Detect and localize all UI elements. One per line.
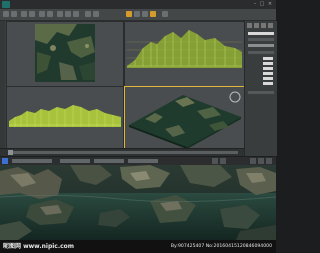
- parameters-rollout[interactable]: [248, 91, 274, 94]
- track-bar[interactable]: [8, 151, 238, 154]
- parameter-field[interactable]: [263, 82, 273, 85]
- redo-icon[interactable]: [11, 11, 17, 17]
- modify-tab-icon[interactable]: [254, 23, 259, 28]
- maximize-icon[interactable]: □: [259, 1, 265, 7]
- viewcube-icon: [229, 91, 241, 103]
- object-name-field[interactable]: [248, 32, 274, 35]
- next-frame-icon[interactable]: [220, 158, 226, 164]
- coordinate-z-field[interactable]: [128, 159, 158, 163]
- maxscript-listener-icon[interactable]: [2, 158, 8, 164]
- render-setup-icon[interactable]: [126, 11, 132, 17]
- coordinate-x-field[interactable]: [60, 159, 90, 163]
- orbit-icon[interactable]: [266, 158, 272, 164]
- watermark-bar: 昵图网 www.nipic.com By:907425407 No:201604…: [0, 240, 276, 253]
- watermark-id: By:907425407 No:20160415120846094000: [170, 244, 272, 249]
- rendered-terrain-image: [0, 165, 276, 240]
- command-panel: [244, 21, 277, 156]
- render-icon[interactable]: [150, 11, 156, 17]
- app-logo-icon[interactable]: [2, 1, 10, 8]
- time-slider-handle[interactable]: [8, 150, 13, 155]
- coordinate-y-field[interactable]: [94, 159, 124, 163]
- watermark-site: 昵图网 www.nipic.com: [3, 243, 75, 250]
- select-region-icon[interactable]: [47, 11, 53, 17]
- left-tool-strip: [0, 21, 5, 156]
- angle-snap-icon[interactable]: [93, 11, 99, 17]
- parameters-rollout[interactable]: [248, 51, 274, 54]
- rotate-icon[interactable]: [65, 11, 71, 17]
- top-view-terrain: [35, 24, 95, 82]
- viewport-perspective[interactable]: [124, 86, 245, 150]
- scale-icon[interactable]: [73, 11, 79, 17]
- material-editor-icon[interactable]: [134, 11, 140, 17]
- modifier-stack-item[interactable]: [248, 44, 274, 47]
- parameter-field[interactable]: [263, 72, 273, 75]
- parameter-field[interactable]: [263, 77, 273, 80]
- unlink-icon[interactable]: [29, 11, 35, 17]
- parameter-field[interactable]: [263, 67, 273, 70]
- hierarchy-tab-icon[interactable]: [261, 23, 266, 28]
- utilities-tab-icon[interactable]: [268, 23, 273, 28]
- prompt-line: [12, 159, 52, 163]
- undo-icon[interactable]: [3, 11, 9, 17]
- viewport-top[interactable]: [6, 21, 124, 87]
- 3d-app-window: – □ ×: [0, 0, 277, 166]
- play-icon[interactable]: [212, 158, 218, 164]
- modifier-list-dropdown[interactable]: [248, 38, 274, 41]
- parameter-field[interactable]: [263, 57, 273, 60]
- select-icon[interactable]: [39, 11, 45, 17]
- viewport-left[interactable]: [6, 86, 124, 150]
- parameter-field[interactable]: [263, 62, 273, 65]
- main-toolbar: [0, 9, 276, 21]
- viewport-front[interactable]: [124, 21, 245, 87]
- front-view-wireframe: [127, 30, 242, 68]
- terrain-render: [0, 165, 276, 240]
- snap-icon[interactable]: [85, 11, 91, 17]
- minimize-icon[interactable]: –: [252, 1, 258, 7]
- link-icon[interactable]: [21, 11, 27, 17]
- close-icon[interactable]: ×: [267, 1, 273, 7]
- zoom-icon[interactable]: [250, 158, 256, 164]
- curve-editor-icon[interactable]: [162, 11, 168, 17]
- perspective-terrain: [129, 91, 241, 149]
- left-view-wireframe: [9, 105, 121, 127]
- pan-icon[interactable]: [258, 158, 264, 164]
- render-frame-icon[interactable]: [142, 11, 148, 17]
- move-icon[interactable]: [57, 11, 63, 17]
- create-tab-icon[interactable]: [247, 23, 252, 28]
